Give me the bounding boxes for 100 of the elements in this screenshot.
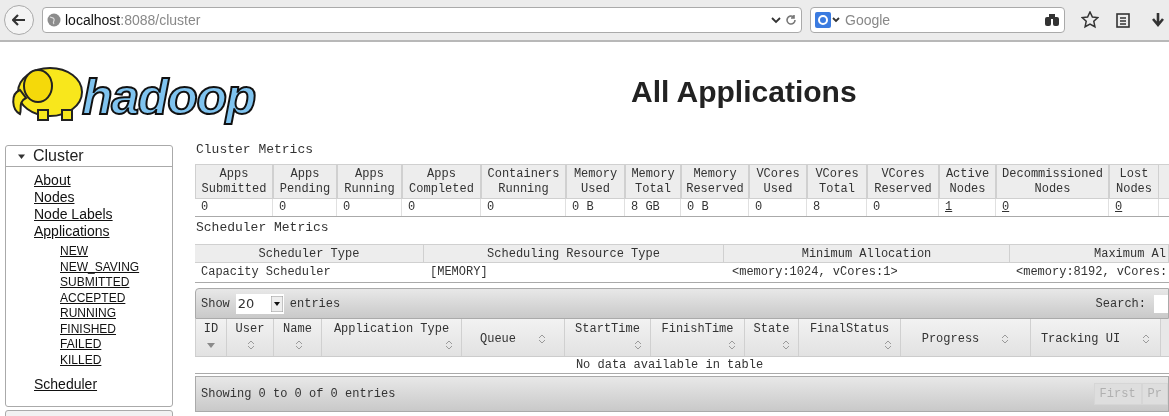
- globe-icon: [47, 13, 61, 27]
- column-header[interactable]: State: [745, 319, 799, 356]
- column-header: Scheduling Resource Type: [424, 244, 724, 263]
- column-header[interactable]: Queue: [462, 319, 565, 356]
- sidebar-sublink[interactable]: ACCEPTED: [60, 290, 126, 306]
- download-icon[interactable]: [1151, 12, 1165, 28]
- column-header: VCores Used: [749, 164, 807, 199]
- page-length-select[interactable]: 20: [235, 293, 284, 314]
- logo-wordmark: hadoop: [82, 72, 256, 122]
- node-count-link[interactable]: 0: [1002, 200, 1010, 214]
- empty-table-message: No data available in table: [195, 357, 1169, 374]
- table-cell: 0: [337, 199, 402, 216]
- sort-icon: [634, 340, 642, 350]
- column-header: Maximum Al: [1010, 244, 1169, 263]
- url-field[interactable]: localhost:8088/cluster: [42, 7, 802, 33]
- column-header[interactable]: User: [227, 319, 274, 356]
- sidebar-sublink[interactable]: SUBMITTED: [60, 275, 130, 291]
- column-header: Apps Running: [337, 164, 402, 199]
- binoculars-icon[interactable]: [1044, 13, 1060, 27]
- table-cell-text: <memory:1024, vCores:1>: [731, 264, 899, 281]
- column-header: Apps Pending: [273, 164, 337, 199]
- column-header[interactable]: Name: [274, 319, 322, 356]
- table-cell: 0: [402, 199, 481, 216]
- search-field[interactable]: Google: [810, 7, 1065, 33]
- sort-descending-icon: [207, 342, 215, 348]
- column-header: Scheduler Type: [195, 244, 424, 263]
- table-search-field[interactable]: [1154, 294, 1168, 313]
- column-header: Memory Total: [625, 164, 681, 199]
- table-cell-text: <memory:8192, vCores:: [1015, 264, 1169, 281]
- sidebar-sublink[interactable]: NEW: [60, 244, 88, 260]
- section-title: Scheduler Metrics: [196, 220, 330, 236]
- table-cell-text: [MEMORY]: [429, 264, 489, 281]
- column-header: Apps Submitted: [195, 164, 273, 199]
- sidebar-sublink[interactable]: FINISHED: [60, 321, 116, 337]
- entries-label: entries: [289, 295, 341, 313]
- table-cell: 8: [807, 199, 867, 216]
- table-cell: 0: [867, 199, 939, 216]
- column-header: Minimum Allocation: [724, 244, 1010, 263]
- sidebar-link[interactable]: About: [34, 172, 71, 189]
- url-host: localhost: [65, 10, 121, 30]
- column-header: Memory Reserved: [681, 164, 749, 199]
- sort-icon: [728, 340, 736, 350]
- reload-icon[interactable]: [785, 14, 797, 26]
- search-label: Search:: [1095, 295, 1146, 313]
- sidebar-sublink[interactable]: RUNNING: [60, 306, 116, 322]
- sidebar-sublink[interactable]: NEW_SAVING: [60, 259, 140, 275]
- table-cell: 8 GB: [625, 199, 681, 216]
- clipboard-icon[interactable]: [1115, 12, 1131, 28]
- column-header[interactable]: ID: [195, 319, 227, 356]
- column-header: VCores Reserved: [867, 164, 939, 199]
- column-header[interactable]: Application Type: [322, 319, 462, 356]
- dropdown-icon: [270, 295, 283, 312]
- sidebar-sublink[interactable]: FAILED: [60, 337, 102, 353]
- sort-icon: [294, 340, 303, 350]
- dropdown-icon[interactable]: [771, 16, 781, 24]
- sidebar-link[interactable]: Node Labels: [34, 206, 113, 223]
- column-header[interactable]: Progress: [901, 319, 1031, 356]
- column-header: Memory Used: [566, 164, 625, 199]
- node-count-link[interactable]: 0: [1115, 200, 1123, 214]
- table-cell: 0 B: [681, 199, 749, 216]
- search-engine-icon[interactable]: [815, 12, 841, 28]
- node-count-link[interactable]: 1: [945, 200, 953, 214]
- column-header[interactable]: FinalStatus: [799, 319, 901, 356]
- sidebar-link[interactable]: Applications: [34, 223, 110, 240]
- column-header: Containers Running: [481, 164, 566, 199]
- table-cell-text: Capacity Scheduler: [200, 264, 332, 281]
- table-cell: 0: [481, 199, 566, 216]
- sort-icon: [884, 340, 892, 350]
- column-header[interactable]: Tracking UI: [1031, 319, 1161, 356]
- column-header: VCores Total: [807, 164, 867, 199]
- column-header[interactable]: StartTime: [565, 319, 651, 356]
- sidebar-link[interactable]: Scheduler: [34, 376, 98, 393]
- table-cell: 0 B: [566, 199, 625, 216]
- column-header[interactable]: FinishTime: [651, 319, 745, 356]
- sort-icon: [1142, 334, 1151, 344]
- search-input[interactable]: Google: [845, 9, 1040, 31]
- sort-icon: [1001, 334, 1010, 344]
- back-arrow-icon: [12, 14, 26, 26]
- collapse-triangle-icon: [18, 152, 25, 160]
- section-title: Cluster Metrics: [196, 142, 315, 158]
- url-path: :8088/cluster: [120, 10, 202, 30]
- sort-icon: [538, 334, 546, 344]
- back-button[interactable]: [4, 5, 34, 35]
- sidebar-sublink[interactable]: KILLED: [60, 352, 102, 368]
- table-cell: 0: [195, 199, 273, 216]
- bookmark-star-icon[interactable]: [1081, 11, 1099, 29]
- table-cell: 0: [749, 199, 807, 216]
- column-header: Decommissioned Nodes: [996, 164, 1109, 199]
- table-info: Showing 0 to 0 of 0 entries: [201, 386, 396, 403]
- sort-icon: [445, 340, 453, 350]
- sidebar-link[interactable]: Nodes: [34, 189, 75, 206]
- table-cell: 0: [273, 199, 337, 216]
- page-title: All Applications: [631, 73, 857, 110]
- column-header: Lost Nodes: [1109, 164, 1159, 199]
- column-header: Active Nodes: [939, 164, 996, 199]
- sort-icon: [782, 340, 790, 350]
- column-header: Apps Completed: [402, 164, 481, 199]
- sort-icon: [247, 340, 255, 350]
- sidebar-section-header[interactable]: Cluster: [6, 146, 172, 167]
- show-label: Show: [201, 295, 230, 313]
